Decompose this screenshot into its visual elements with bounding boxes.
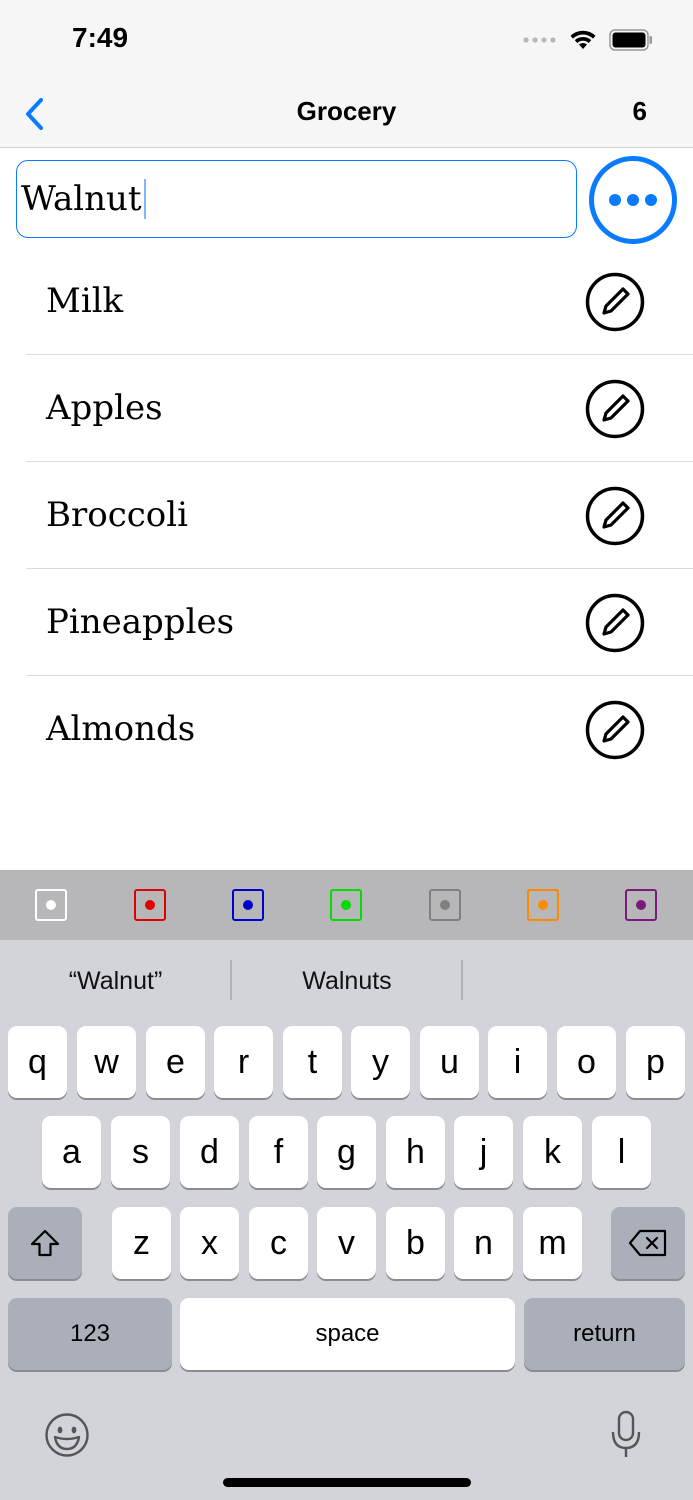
microphone-icon[interactable] [610,1410,642,1460]
numbers-key[interactable]: 123 [8,1298,172,1370]
key-o[interactable]: o [557,1026,616,1098]
ellipsis-dot [645,194,657,206]
list-item[interactable]: Pineapples [26,569,693,676]
delete-key[interactable] [611,1207,685,1279]
key-p[interactable]: p [626,1026,685,1098]
space-key[interactable]: space [180,1298,515,1370]
key-z[interactable]: z [112,1207,171,1279]
edit-pencil-icon[interactable] [585,593,645,653]
suggestion-word[interactable]: Walnuts [232,940,462,1020]
swatch-dot [46,900,56,910]
ellipsis-dot [609,194,621,206]
key-v[interactable]: v [317,1207,376,1279]
swatch-dot [243,900,253,910]
item-count: 6 [632,96,647,126]
item-text-value: Walnut [21,179,142,219]
color-swatch-purple[interactable] [625,889,657,921]
key-e[interactable]: e [146,1026,205,1098]
grocery-list: Milk Apples Broccoli Pineapples Almonds [0,248,693,783]
shift-key[interactable] [8,1207,82,1279]
swatch-dot [440,900,450,910]
swatch-dot [145,900,155,910]
color-swatch-blue[interactable] [232,889,264,921]
ellipsis-dot [627,194,639,206]
wifi-icon [570,30,596,49]
edit-pencil-icon[interactable] [585,486,645,546]
text-caret [143,179,146,219]
keyboard: “Walnut” Walnuts q w e r t y u i o p a s… [0,940,693,1500]
return-key[interactable]: return [524,1298,685,1370]
backspace-icon [628,1229,667,1257]
key-b[interactable]: b [386,1207,445,1279]
list-item-label: Broccoli [46,495,189,535]
key-h[interactable]: h [386,1116,445,1188]
suggestion-empty[interactable] [463,940,693,1020]
key-s[interactable]: s [111,1116,170,1188]
cellular-signal-icon [523,37,556,43]
edit-pencil-icon[interactable] [585,700,645,760]
key-n[interactable]: n [454,1207,513,1279]
new-item-row: Walnut [0,148,693,248]
swatch-dot [636,900,646,910]
list-item[interactable]: Almonds [26,676,693,783]
color-swatch-white[interactable] [35,889,67,921]
shift-arrow-icon [30,1229,60,1257]
key-l[interactable]: l [592,1116,651,1188]
battery-icon [609,29,652,51]
home-indicator [223,1478,471,1487]
list-item-label: Pineapples [46,602,235,642]
key-g[interactable]: g [317,1116,376,1188]
status-bar: 7:49 [0,0,693,80]
key-t[interactable]: t [283,1026,342,1098]
color-swatch-orange[interactable] [527,889,559,921]
key-y[interactable]: y [351,1026,410,1098]
list-item-label: Milk [46,281,124,321]
key-x[interactable]: x [180,1207,239,1279]
color-swatch-gray[interactable] [429,889,461,921]
item-text-field[interactable]: Walnut [16,160,577,238]
key-a[interactable]: a [42,1116,101,1188]
key-w[interactable]: w [77,1026,136,1098]
key-m[interactable]: m [523,1207,582,1279]
nav-bar: Grocery 6 [0,80,693,148]
key-k[interactable]: k [523,1116,582,1188]
status-time: 7:49 [72,22,129,53]
key-r[interactable]: r [214,1026,273,1098]
key-u[interactable]: u [420,1026,479,1098]
edit-pencil-icon[interactable] [585,379,645,439]
emoji-icon[interactable] [44,1412,90,1458]
swatch-dot [341,900,351,910]
key-q[interactable]: q [8,1026,67,1098]
more-options-button[interactable] [589,156,677,244]
color-toolbar [0,870,693,940]
swatch-dot [538,900,548,910]
suggestion-literal[interactable]: “Walnut” [0,940,231,1020]
list-item-label: Apples [46,388,163,428]
status-icons [523,26,653,54]
key-i[interactable]: i [488,1026,547,1098]
key-f[interactable]: f [249,1116,308,1188]
list-item[interactable]: Milk [26,248,693,355]
key-j[interactable]: j [454,1116,513,1188]
color-swatch-green[interactable] [330,889,362,921]
list-item[interactable]: Broccoli [26,462,693,569]
list-item-label: Almonds [46,709,196,749]
list-item[interactable]: Apples [26,355,693,462]
key-c[interactable]: c [249,1207,308,1279]
color-swatch-red[interactable] [134,889,166,921]
suggestion-bar: “Walnut” Walnuts [0,940,693,1020]
page-title: Grocery [296,96,397,126]
key-d[interactable]: d [180,1116,239,1188]
edit-pencil-icon[interactable] [585,272,645,332]
